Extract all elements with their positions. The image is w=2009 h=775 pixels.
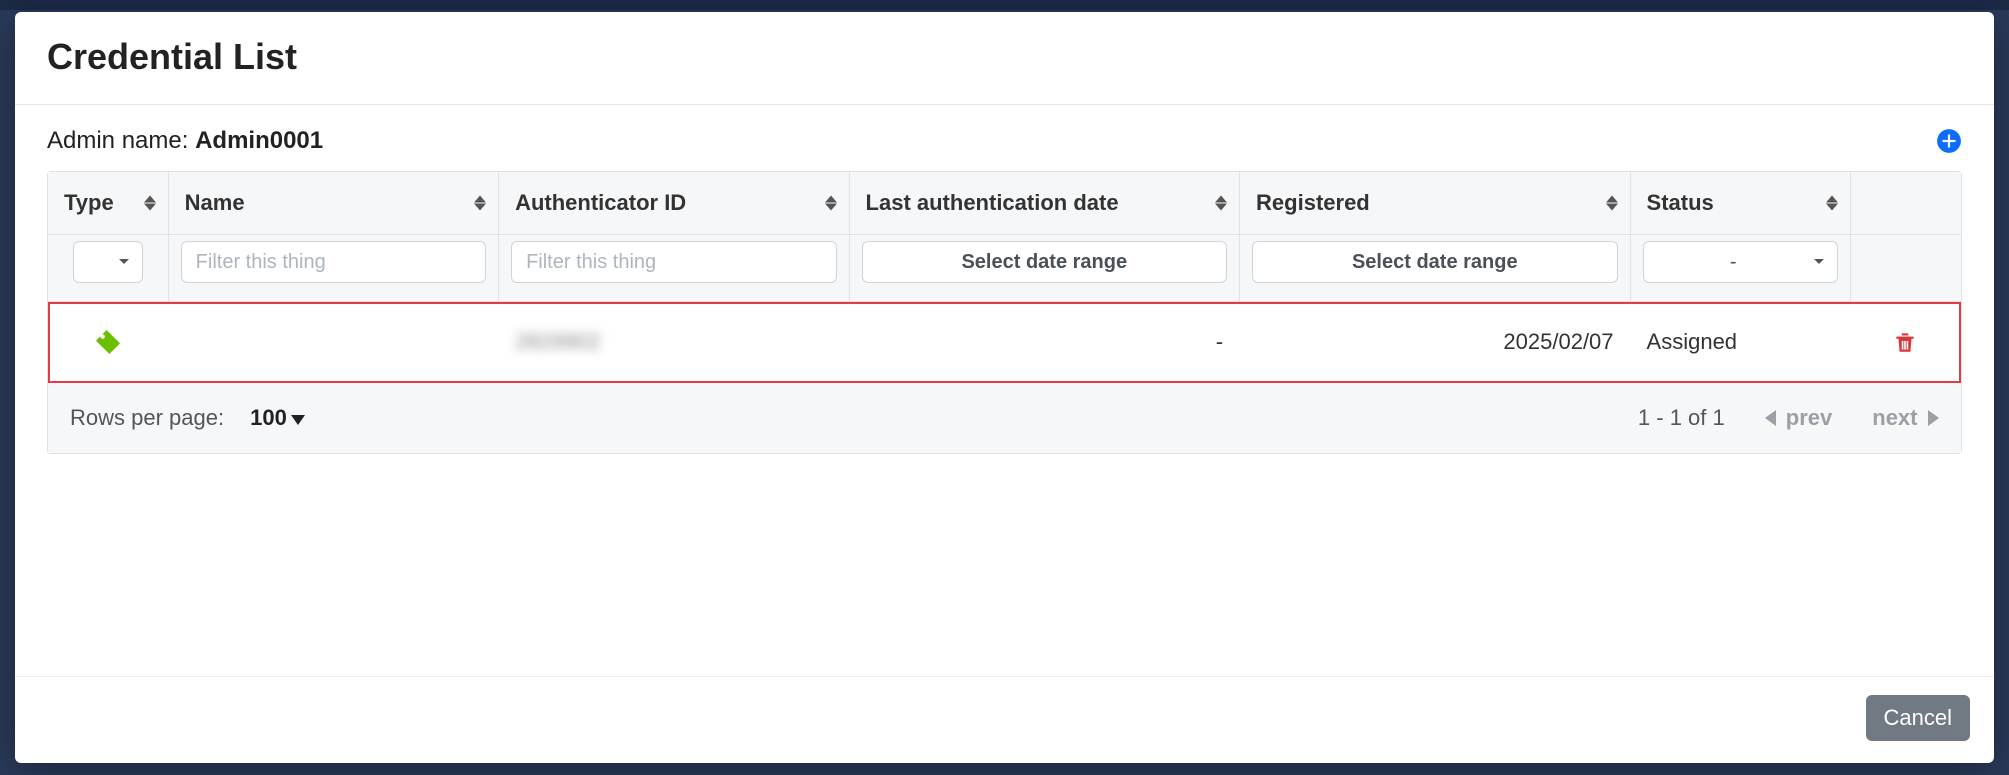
cell-registered: 2025/02/07 — [1240, 302, 1631, 383]
sort-icon — [1606, 196, 1618, 211]
trash-icon — [1892, 329, 1918, 355]
filter-type-select[interactable] — [73, 241, 143, 283]
col-header-actions — [1850, 172, 1960, 235]
sort-icon — [1215, 196, 1227, 211]
credential-list-modal: Credential List Admin name: Admin0001 — [15, 12, 1994, 763]
filter-registered-daterange[interactable]: Select date range — [1252, 241, 1618, 283]
prev-button[interactable]: prev — [1765, 405, 1832, 431]
sort-icon — [144, 196, 156, 211]
col-header-name[interactable]: Name — [168, 172, 498, 235]
next-button[interactable]: next — [1872, 405, 1938, 431]
col-header-authenticator-id[interactable]: Authenticator ID — [499, 172, 849, 235]
rows-per-page-select[interactable]: 100 — [250, 405, 305, 431]
col-header-registered[interactable]: Registered — [1240, 172, 1631, 235]
sort-icon — [474, 196, 486, 211]
modal-footer: Cancel — [15, 676, 1994, 763]
chevron-left-icon — [1765, 410, 1776, 426]
cell-status: Assigned — [1630, 302, 1850, 383]
filter-auth-input[interactable] — [511, 241, 836, 283]
cancel-button[interactable]: Cancel — [1866, 695, 1970, 741]
modal-title: Credential List — [47, 36, 1962, 78]
sort-icon — [1826, 196, 1838, 211]
admin-name-label: Admin name: Admin0001 — [47, 127, 323, 155]
filter-name-input[interactable] — [181, 241, 486, 283]
col-header-last-auth[interactable]: Last authentication date — [849, 172, 1240, 235]
pagination-range: 1 - 1 of 1 — [1638, 405, 1725, 431]
rows-per-page-label: Rows per page: — [70, 405, 224, 431]
pagination: Rows per page: 100 1 - 1 of 1 — [70, 405, 1939, 431]
sort-icon — [825, 196, 837, 211]
add-credential-button[interactable] — [1936, 128, 1962, 154]
table-row[interactable]: 2829902 - 2025/02/07 Assigned — [48, 302, 1961, 383]
credential-table: Type Name Authenticator ID — [47, 171, 1962, 454]
cell-last-auth: - — [849, 302, 1240, 383]
filter-status-select[interactable]: - — [1643, 241, 1838, 283]
delete-button[interactable] — [1867, 329, 1944, 355]
col-header-status[interactable]: Status — [1630, 172, 1850, 235]
tag-icon — [64, 326, 152, 358]
col-header-type[interactable]: Type — [48, 172, 168, 235]
admin-name-value: Admin0001 — [195, 127, 323, 154]
chevron-down-icon — [291, 415, 305, 425]
chevron-right-icon — [1928, 410, 1939, 426]
cell-name — [168, 302, 498, 383]
filter-last-auth-daterange[interactable]: Select date range — [862, 241, 1228, 283]
cell-auth-id: 2829902 — [515, 329, 601, 354]
plus-circle-icon — [1936, 128, 1962, 154]
modal-header: Credential List — [15, 12, 1994, 105]
